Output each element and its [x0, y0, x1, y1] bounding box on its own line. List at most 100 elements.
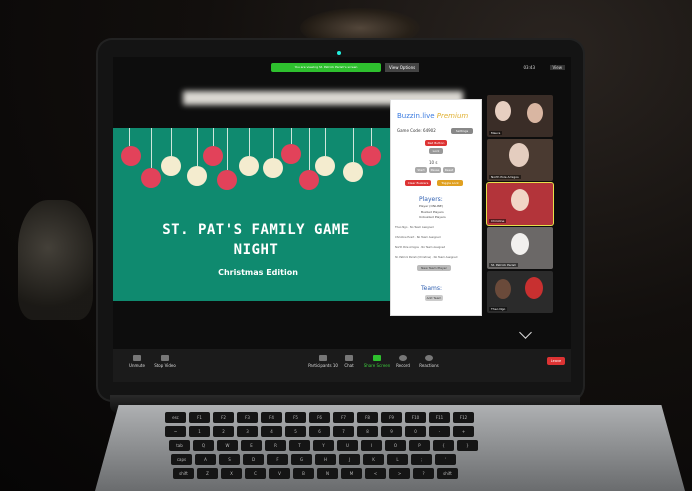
- lock-button[interactable]: Lock: [429, 148, 443, 154]
- timer-start-button[interactable]: Start: [415, 167, 427, 173]
- key[interactable]: esc: [165, 412, 186, 423]
- red-button[interactable]: Red Button: [425, 140, 447, 146]
- video-tile[interactable]: St. Patrick Parish: [487, 227, 553, 269]
- timer-value: 10 s: [429, 160, 438, 165]
- key[interactable]: F2: [213, 412, 234, 423]
- key[interactable]: I: [361, 440, 382, 451]
- key[interactable]: U: [337, 440, 358, 451]
- buzzin-brand-name: Buzzin.live: [397, 112, 435, 120]
- key[interactable]: C: [245, 468, 266, 479]
- key[interactable]: M: [341, 468, 362, 479]
- key[interactable]: <: [365, 468, 386, 479]
- timer-pause-button[interactable]: Pause: [429, 167, 441, 173]
- key[interactable]: E: [241, 440, 262, 451]
- key[interactable]: F6: [309, 412, 330, 423]
- reactions-button[interactable]: Reactions: [409, 355, 449, 368]
- new-team-player-button[interactable]: New Team Player: [417, 265, 451, 271]
- toggle-lock-button[interactable]: Toggle Lock: [437, 180, 463, 186]
- settings-button[interactable]: Settings: [451, 128, 473, 134]
- player-row[interactable]: Christine Evert · No Team Assigned: [395, 235, 477, 241]
- key[interactable]: V: [269, 468, 290, 479]
- ornament: [217, 170, 237, 190]
- key[interactable]: F8: [357, 412, 378, 423]
- view-options-button[interactable]: View Options: [385, 63, 420, 72]
- key[interactable]: B: [293, 468, 314, 479]
- player-row[interactable]: North Pole Amigos · No Team Assigned: [395, 245, 477, 251]
- key[interactable]: {: [433, 440, 454, 451]
- key[interactable]: -: [429, 426, 450, 437]
- key[interactable]: ': [435, 454, 456, 465]
- key[interactable]: L: [387, 454, 408, 465]
- key[interactable]: 2: [213, 426, 234, 437]
- key[interactable]: G: [291, 454, 312, 465]
- key[interactable]: F10: [405, 412, 426, 423]
- ornament-string: [227, 128, 228, 170]
- key[interactable]: T: [289, 440, 310, 451]
- stop-video-label: Stop Video: [154, 363, 176, 368]
- key[interactable]: W: [217, 440, 238, 451]
- view-button[interactable]: View: [549, 65, 565, 70]
- key[interactable]: Z: [197, 468, 218, 479]
- timer-reset-button[interactable]: Reset: [443, 167, 455, 173]
- clear-buzzers-button[interactable]: Clear Buzzers: [405, 180, 431, 186]
- player-row[interactable]: St. Patrick Parish (Christine) · No Team…: [395, 255, 477, 261]
- key[interactable]: 6: [309, 426, 330, 437]
- key[interactable]: F12: [453, 412, 474, 423]
- key[interactable]: F7: [333, 412, 354, 423]
- key[interactable]: 5: [285, 426, 306, 437]
- key[interactable]: 8: [357, 426, 378, 437]
- share-banner[interactable]: You are viewing St. Patrick Parish's scr…: [271, 63, 381, 72]
- key[interactable]: ?: [413, 468, 434, 479]
- key[interactable]: N: [317, 468, 338, 479]
- leave-button[interactable]: Leave: [547, 357, 565, 365]
- key[interactable]: X: [221, 468, 242, 479]
- key[interactable]: F5: [285, 412, 306, 423]
- key[interactable]: F11: [429, 412, 450, 423]
- key[interactable]: F4: [261, 412, 282, 423]
- ornament-string: [309, 128, 310, 170]
- add-team-button[interactable]: Add Team: [425, 295, 443, 301]
- key[interactable]: >: [389, 468, 410, 479]
- key[interactable]: F: [267, 454, 288, 465]
- key[interactable]: }: [457, 440, 478, 451]
- participant-face: [511, 233, 529, 255]
- key[interactable]: 4: [261, 426, 282, 437]
- key[interactable]: Y: [313, 440, 334, 451]
- video-tile[interactable]: Maura: [487, 95, 553, 137]
- key[interactable]: P: [409, 440, 430, 451]
- key[interactable]: 7: [333, 426, 354, 437]
- key[interactable]: O: [385, 440, 406, 451]
- key[interactable]: F9: [381, 412, 402, 423]
- key[interactable]: 0: [405, 426, 426, 437]
- key[interactable]: A: [195, 454, 216, 465]
- key[interactable]: 9: [381, 426, 402, 437]
- key[interactable]: R: [265, 440, 286, 451]
- stop-video-button[interactable]: Stop Video: [145, 355, 185, 368]
- key[interactable]: ;: [411, 454, 432, 465]
- key[interactable]: S: [219, 454, 240, 465]
- key[interactable]: 3: [237, 426, 258, 437]
- ornament-string: [249, 128, 250, 156]
- key[interactable]: 1: [189, 426, 210, 437]
- key[interactable]: K: [363, 454, 384, 465]
- chevron-down-icon[interactable]: [519, 326, 532, 339]
- key[interactable]: shift: [437, 468, 458, 479]
- meeting-toolbar: Unmute Stop Video Participants 10 Chat S…: [113, 349, 571, 382]
- key[interactable]: Q: [193, 440, 214, 451]
- key[interactable]: D: [243, 454, 264, 465]
- key[interactable]: caps: [171, 454, 192, 465]
- key[interactable]: F3: [237, 412, 258, 423]
- player-row[interactable]: Theo Ngo · No Team Assigned: [395, 225, 477, 231]
- buzzin-brand: Buzzin.live Premium: [397, 112, 468, 120]
- video-tile[interactable]: North Pole Amigos: [487, 139, 553, 181]
- key[interactable]: shift: [173, 468, 194, 479]
- key[interactable]: tab: [169, 440, 190, 451]
- player-team: No Team Assigned: [421, 246, 446, 249]
- key[interactable]: J: [339, 454, 360, 465]
- key[interactable]: +: [453, 426, 474, 437]
- key[interactable]: F1: [189, 412, 210, 423]
- video-tile[interactable]: Christine: [487, 183, 553, 225]
- video-tile[interactable]: Theo Ngo: [487, 271, 553, 313]
- key[interactable]: ~: [165, 426, 186, 437]
- key[interactable]: H: [315, 454, 336, 465]
